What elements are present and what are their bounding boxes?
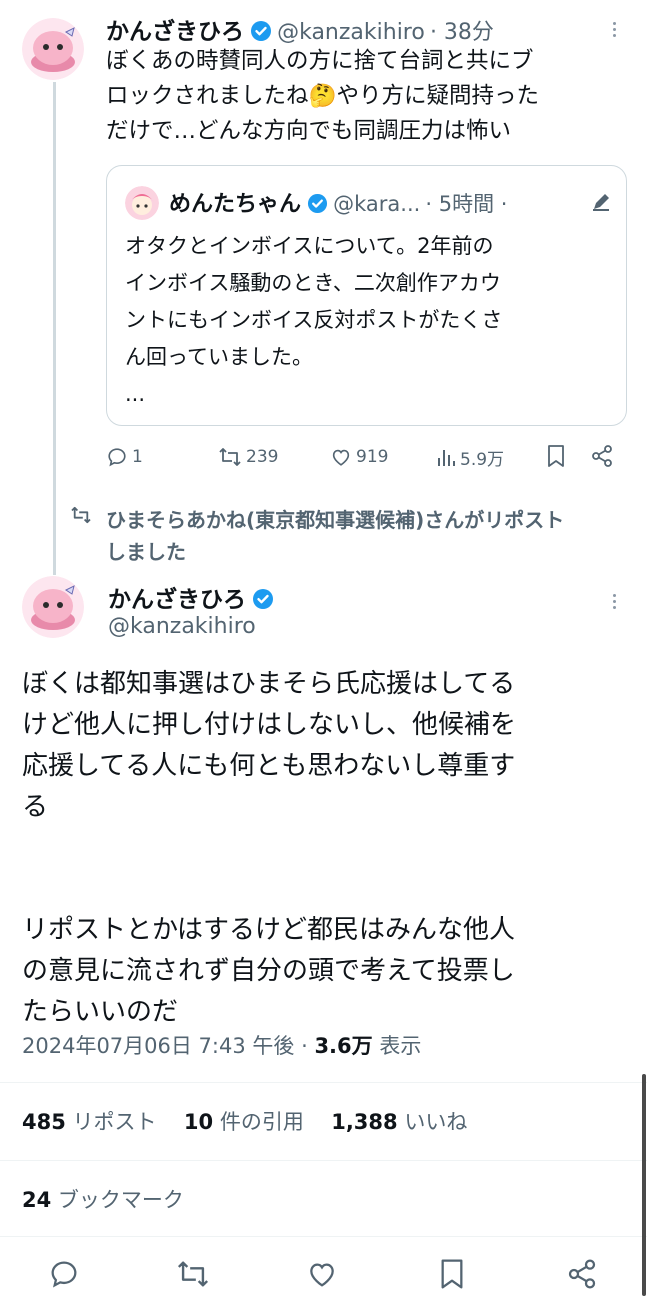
tweet1-text: ぼくあの時賛同人の方に捨て台詞と共にブ ロックされましたね🤔やり方に疑問持った … xyxy=(106,44,626,149)
share-icon[interactable] xyxy=(566,1258,598,1294)
repost-notice-line: ひまそらあかね(東京都知事選候補)さんがリポスト xyxy=(106,508,565,532)
views-button[interactable]: 5.9万 xyxy=(436,445,504,470)
quote-text: オタクとインボイスについて。2年前の インボイス騒動のとき、二次創作アカウ ント… xyxy=(125,228,615,413)
tweet2-line: けど他人に押し付けはしないし、他候補を xyxy=(22,710,517,740)
author-handle[interactable]: @kanzakihiro xyxy=(277,20,425,45)
views-number: 3.6万 xyxy=(314,1034,373,1058)
reply-icon[interactable] xyxy=(48,1258,80,1294)
author-name[interactable]: かんざきひろ xyxy=(106,19,244,45)
quote-author-name: めんたちゃん xyxy=(169,192,302,217)
quote-line: インボイス騒動のとき、二次創作アカウ xyxy=(125,271,501,295)
avatar-kanzakihiro[interactable] xyxy=(22,18,84,80)
tweet2-line: たらいいのだ xyxy=(22,997,179,1027)
thinking-face-emoji: 🤔 xyxy=(308,83,337,109)
engagement-stats: 485 リポスト 10 件の引用 1,388 いいね xyxy=(22,1106,467,1136)
avatar-kanzakihiro[interactable] xyxy=(22,576,84,638)
bookmarks-number: 24 xyxy=(22,1188,52,1212)
repost-count: 239 xyxy=(246,447,279,467)
tweet2-line: る xyxy=(22,792,49,822)
tweet-timestamp[interactable]: 2024年07月06日 7:43 午後 · xyxy=(22,1034,308,1058)
reposts-number: 485 xyxy=(22,1110,66,1134)
tweet1-actions: 1 239 919 5.9万 xyxy=(106,444,626,470)
reposts-stat[interactable]: 485 リポスト xyxy=(22,1110,157,1134)
divider xyxy=(0,1082,647,1083)
likes-number: 1,388 xyxy=(331,1110,398,1134)
tweet2-author: かんざきひろ xyxy=(108,580,274,614)
quotes-label: 件の引用 xyxy=(219,1110,304,1134)
quote-author-handle: @kara... xyxy=(333,192,421,216)
views-count: 5.9万 xyxy=(460,449,505,470)
repost-notice-line: しました xyxy=(106,540,186,564)
quote-avatar xyxy=(125,186,159,220)
repost-button[interactable]: 239 xyxy=(218,446,278,468)
like-icon[interactable] xyxy=(306,1258,338,1294)
tweet1-line: ぼくあの時賛同人の方に捨て台詞と共にブ xyxy=(106,48,534,74)
tweet2-line: リポストとかはするけど都民はみんな他人 xyxy=(22,915,515,945)
repost-notice-icon xyxy=(70,506,92,528)
verified-icon xyxy=(250,20,272,46)
author-handle[interactable]: @kanzakihiro xyxy=(108,614,256,639)
bookmark-icon[interactable] xyxy=(438,1258,466,1294)
like-count: 919 xyxy=(356,447,389,467)
divider xyxy=(0,1160,647,1161)
repost-icon[interactable] xyxy=(176,1258,210,1294)
quote-line: ... xyxy=(125,382,146,406)
quoted-tweet-card[interactable]: めんたちゃん @kara... · 5時間 · オタクとインボイスについて。2年… xyxy=(106,165,627,426)
verified-icon xyxy=(307,193,328,218)
quote-line: オタクとインボイスについて。2年前の xyxy=(125,234,494,258)
tweet1-line: だけで…どんな方向でも同調圧力は怖い xyxy=(106,118,512,144)
author-name[interactable]: かんざきひろ xyxy=(108,587,246,613)
reply-count: 1 xyxy=(132,447,143,467)
likes-label: いいね xyxy=(404,1110,468,1134)
thread-connector-line xyxy=(53,82,56,575)
quote-time: · 5時間 · xyxy=(425,192,508,216)
bookmarks-label: ブックマーク xyxy=(57,1188,184,1212)
bookmarks-stat[interactable]: 24 ブックマーク xyxy=(22,1184,184,1214)
views-label: 表示 xyxy=(379,1034,422,1058)
tweet1-line-part: ロックされましたね xyxy=(106,83,309,109)
verified-icon xyxy=(252,588,274,614)
edit-icon xyxy=(591,192,611,216)
tweet2-line: の意見に流されず自分の頭で考えて投票し xyxy=(22,956,515,986)
quotes-stat[interactable]: 10 件の引用 xyxy=(184,1110,304,1134)
divider xyxy=(0,1236,647,1237)
quote-line: ントにもインボイス反対ポストがたくさ xyxy=(125,308,503,332)
tweet1-header: かんざきひろ @kanzakihiro · 38分 xyxy=(106,12,494,46)
tweet2-meta: 2024年07月06日 7:43 午後 · 3.6万 表示 xyxy=(22,1030,421,1060)
tweet1-line: ロックされましたね🤔やり方に疑問持った xyxy=(106,79,626,114)
like-button[interactable]: 919 xyxy=(330,446,388,468)
reply-icon xyxy=(108,448,126,467)
tweet2-line: 応援してる人にも何とも思わないし尊重す xyxy=(22,751,516,781)
bookmark-icon[interactable] xyxy=(546,444,566,473)
tweet1-line-part: やり方に疑問持った xyxy=(336,83,540,109)
repost-icon xyxy=(219,448,241,466)
reply-button[interactable]: 1 xyxy=(106,446,143,468)
quote-header: めんたちゃん @kara... · 5時間 · xyxy=(169,186,507,218)
repost-notice[interactable]: ひまそらあかね(東京都知事選候補)さんがリポスト しました xyxy=(106,504,564,568)
more-icon[interactable] xyxy=(613,22,616,37)
more-icon[interactable] xyxy=(613,594,616,609)
like-icon xyxy=(332,449,350,466)
share-icon[interactable] xyxy=(590,444,614,473)
quotes-number: 10 xyxy=(183,1110,214,1134)
views-icon xyxy=(438,450,455,466)
reposts-label: リポスト xyxy=(72,1110,157,1134)
quote-line: ん回っていました。 xyxy=(125,345,313,369)
tweet-time[interactable]: · 38分 xyxy=(430,20,494,45)
scrollbar-thumb[interactable] xyxy=(642,1074,646,1296)
tweet2-text: ぼくは都知事選はひまそら氏応援はしてる けど他人に押し付けはしないし、他候補を … xyxy=(22,664,627,1033)
tweet2-line: ぼくは都知事選はひまそら氏応援はしてる xyxy=(22,669,516,699)
likes-stat[interactable]: 1,388 いいね xyxy=(331,1110,467,1134)
